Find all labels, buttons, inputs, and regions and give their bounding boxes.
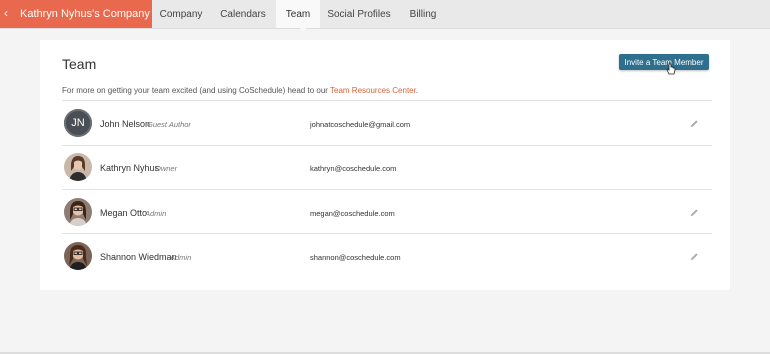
invite-team-member-button[interactable]: Invite a Team Member bbox=[619, 54, 709, 70]
member-name: Kathryn Nyhus bbox=[100, 163, 160, 173]
chevron-left-icon[interactable]: ‹ bbox=[4, 6, 8, 20]
team-resources-note: For more on getting your team excited (a… bbox=[62, 86, 418, 95]
subtext-suffix: . bbox=[415, 86, 419, 95]
edit-icon[interactable] bbox=[690, 119, 699, 128]
avatar bbox=[64, 242, 92, 270]
tab-calendars[interactable]: Calendars bbox=[210, 0, 276, 28]
tab-billing[interactable]: Billing bbox=[398, 0, 448, 28]
member-name: Megan Otto bbox=[100, 208, 148, 218]
kathryn-avatar-image bbox=[64, 153, 92, 181]
divider bbox=[62, 233, 712, 234]
shannon-avatar-image bbox=[64, 242, 92, 270]
subtext-prefix: For more on getting your team excited (a… bbox=[62, 86, 331, 95]
page-title: Team bbox=[62, 56, 97, 72]
edit-icon[interactable] bbox=[690, 252, 699, 261]
divider bbox=[62, 189, 712, 190]
team-resources-link[interactable]: Team Resources Center bbox=[330, 86, 416, 95]
tab-team[interactable]: Team bbox=[276, 0, 320, 28]
divider bbox=[62, 100, 712, 101]
avatar: JN bbox=[64, 109, 92, 137]
member-role: Owner bbox=[155, 164, 178, 173]
hand-cursor-icon bbox=[666, 63, 676, 75]
member-email: kathryn@coschedule.com bbox=[310, 164, 397, 173]
member-role: Admin bbox=[145, 209, 167, 218]
megan-avatar-image bbox=[64, 198, 92, 226]
member-role: Guest Author bbox=[147, 120, 191, 129]
active-tab-caret bbox=[297, 26, 309, 31]
avatar bbox=[64, 153, 92, 181]
tab-company[interactable]: Company bbox=[152, 0, 210, 28]
avatar bbox=[64, 198, 92, 226]
member-name: John Nelson bbox=[100, 119, 151, 129]
divider bbox=[62, 145, 712, 146]
edit-icon[interactable] bbox=[690, 208, 699, 217]
top-nav-bar: ‹ Kathryn Nyhus's Company Company Calend… bbox=[0, 0, 770, 29]
member-name: Shannon Wiedman bbox=[100, 252, 177, 262]
member-email: megan@coschedule.com bbox=[310, 209, 395, 218]
member-role: Admin bbox=[170, 253, 192, 262]
tab-social-profiles[interactable]: Social Profiles bbox=[320, 0, 398, 28]
company-switcher[interactable]: ‹ Kathryn Nyhus's Company bbox=[0, 0, 152, 28]
member-email: shannon@coschedule.com bbox=[310, 253, 401, 262]
company-name: Kathryn Nyhus's Company bbox=[20, 8, 150, 20]
member-email: johnatcoschedule@gmail.com bbox=[310, 120, 411, 129]
